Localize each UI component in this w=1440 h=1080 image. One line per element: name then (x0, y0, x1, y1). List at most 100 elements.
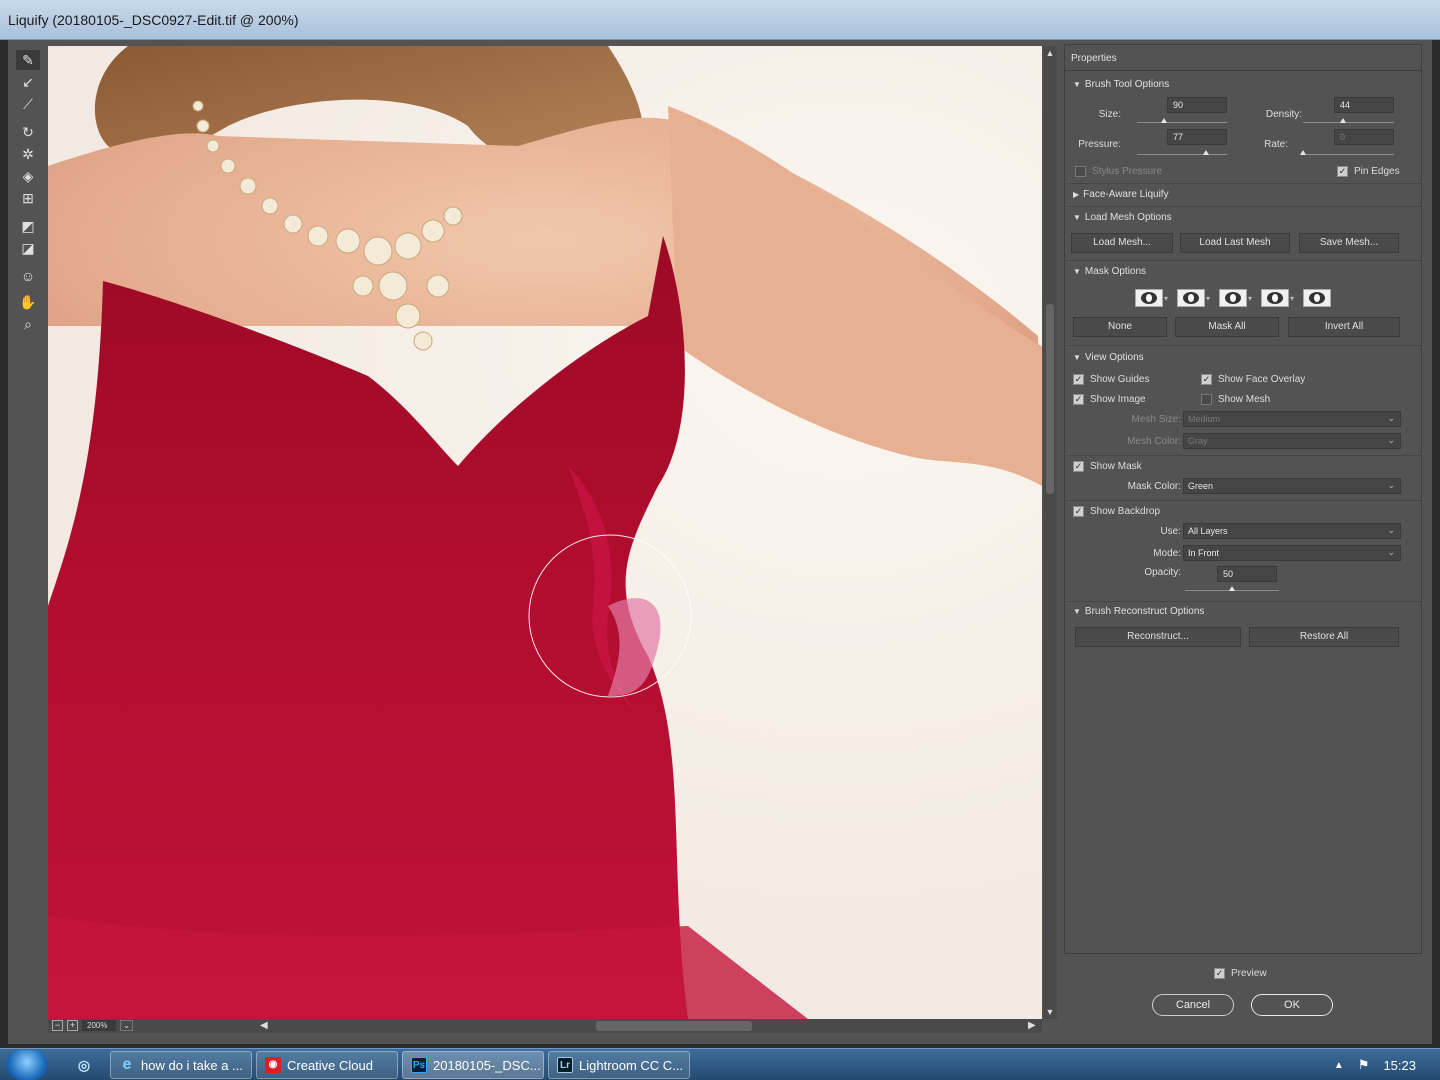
scroll-up-icon[interactable]: ▲ (1045, 48, 1055, 58)
taskbar-item-lightroom[interactable]: Lr Lightroom CC C... (548, 1051, 690, 1079)
chevron-down-icon: ⌄ (1387, 435, 1395, 445)
hand-icon[interactable]: ✋ (16, 292, 40, 312)
zoom-value[interactable]: 200% (82, 1020, 116, 1031)
taskbar-item-browser[interactable]: e how do i take a ... (110, 1051, 252, 1079)
thaw-mask-icon[interactable]: ◪ (16, 238, 40, 258)
pressure-field[interactable]: 77 (1167, 129, 1227, 145)
chevron-down-icon: ⌄ (1387, 480, 1395, 490)
mask-options-header[interactable]: ▼ Mask Options (1073, 266, 1146, 277)
cancel-button[interactable]: Cancel (1152, 994, 1234, 1016)
pressure-slider[interactable] (1137, 154, 1227, 155)
load-mesh-options-header[interactable]: ▼ Load Mesh Options (1073, 212, 1172, 223)
show-backdrop-checkbox[interactable]: ✓ Show Backdrop (1073, 506, 1160, 517)
triangle-down-icon: ▼ (1073, 267, 1081, 276)
mask-color-label: Mask Color: (1127, 481, 1181, 492)
mask-intersect-icon[interactable] (1261, 289, 1289, 307)
chevron-down-icon[interactable]: ⌄ (120, 1020, 133, 1031)
preview-canvas[interactable] (48, 46, 1042, 1019)
mesh-size-select[interactable]: Medium ⌄ (1183, 411, 1401, 427)
checkmark-icon: ✓ (1073, 394, 1084, 405)
zoom-icon[interactable]: ⌕ (16, 314, 40, 334)
mask-add-icon[interactable] (1177, 289, 1205, 307)
mask-color-select[interactable]: Green ⌄ (1183, 478, 1401, 494)
show-guides-checkbox[interactable]: ✓ Show Guides (1073, 374, 1149, 385)
show-face-overlay-checkbox[interactable]: ✓ Show Face Overlay (1201, 374, 1305, 385)
density-field[interactable]: 44 (1334, 97, 1394, 113)
photo-image (48, 46, 1042, 1019)
properties-panel: Properties ▼ Brush Tool Options Size: 90… (1064, 44, 1422, 954)
clock[interactable]: 15:23 (1383, 1058, 1416, 1073)
window-title: Liquify (20180105-_DSC0927-Edit.tif @ 20… (8, 12, 299, 28)
rate-slider[interactable] (1303, 154, 1394, 155)
triangle-down-icon: ▼ (1073, 607, 1081, 616)
mask-subtract-icon[interactable] (1219, 289, 1247, 307)
restore-all-button[interactable]: Restore All (1249, 627, 1399, 647)
brush-reconstruct-options-header[interactable]: ▼ Brush Reconstruct Options (1073, 606, 1204, 617)
vertical-scrollbar[interactable]: ▲ ▼ (1043, 46, 1057, 1019)
taskbar-item-photoshop[interactable]: Ps 20180105-_DSC... (402, 1051, 544, 1079)
load-mesh-button[interactable]: Load Mesh... (1071, 233, 1173, 253)
horizontal-scroll-thumb[interactable] (596, 1021, 752, 1031)
save-mesh-button[interactable]: Save Mesh... (1299, 233, 1399, 253)
density-slider[interactable] (1303, 122, 1394, 123)
quick-launch-icon[interactable]: ◎ (76, 1057, 92, 1073)
pucker-icon[interactable]: ✲ (16, 144, 40, 164)
smooth-icon[interactable]: ⟋ (16, 94, 40, 114)
checkmark-icon: ✓ (1214, 968, 1225, 979)
show-image-checkbox[interactable]: ✓ Show Image (1073, 394, 1146, 405)
show-mesh-checkbox[interactable]: Show Mesh (1201, 394, 1270, 405)
lightroom-icon: Lr (557, 1057, 573, 1073)
mask-all-button[interactable]: Mask All (1175, 317, 1279, 337)
pin-edges-checkbox[interactable]: ✓ Pin Edges (1337, 166, 1400, 177)
scroll-right-icon[interactable]: ▶ (1028, 1020, 1036, 1031)
vertical-scroll-thumb[interactable] (1046, 304, 1054, 494)
reconstruct-button[interactable]: Reconstruct... (1075, 627, 1241, 647)
brush-tool-options-header[interactable]: ▼ Brush Tool Options (1073, 79, 1169, 90)
stylus-pressure-checkbox[interactable]: Stylus Pressure (1075, 166, 1162, 177)
bloat-icon[interactable]: ◈ (16, 166, 40, 186)
show-mask-checkbox[interactable]: ✓ Show Mask (1073, 461, 1142, 472)
tray-expand-icon[interactable]: ▲ (1334, 1060, 1344, 1071)
ok-button[interactable]: OK (1251, 994, 1333, 1016)
triangle-down-icon: ▼ (1073, 353, 1081, 362)
mask-invert-icon[interactable] (1303, 289, 1331, 307)
view-options-header[interactable]: ▼ View Options (1073, 352, 1144, 363)
opacity-field[interactable]: 50 (1217, 566, 1277, 582)
size-slider[interactable] (1137, 122, 1227, 123)
forward-warp-icon[interactable]: ✎ (16, 50, 40, 70)
face-aware-liquify-header[interactable]: ▶ Face-Aware Liquify (1073, 189, 1169, 200)
load-last-mesh-button[interactable]: Load Last Mesh (1180, 233, 1290, 253)
chevron-down-icon: ⌄ (1387, 547, 1395, 557)
scroll-left-icon[interactable]: ◀ (260, 1020, 268, 1031)
push-left-icon[interactable]: ⊞ (16, 188, 40, 208)
reconstruct-icon[interactable]: ↙ (16, 72, 40, 92)
canvas-bottom-bar: − + 200% ⌄ ◀ ▶ (48, 1019, 1042, 1033)
density-slider-thumb[interactable] (1340, 118, 1347, 123)
taskbar-item-creative-cloud[interactable]: ◉ Creative Cloud (256, 1051, 398, 1079)
rate-slider-thumb[interactable] (1300, 150, 1306, 155)
rate-field[interactable]: 0 (1334, 129, 1394, 145)
opacity-label: Opacity: (1144, 567, 1181, 578)
freeze-mask-icon[interactable]: ◩ (16, 216, 40, 236)
zoom-out-button[interactable]: − (52, 1020, 63, 1031)
internet-explorer-icon: e (122, 1056, 132, 1073)
mask-none-button[interactable]: None (1073, 317, 1167, 337)
start-button[interactable] (6, 1050, 48, 1080)
mask-replace-icon[interactable] (1135, 289, 1163, 307)
size-field[interactable]: 90 (1167, 97, 1227, 113)
action-center-icon[interactable]: ⚑ (1358, 1057, 1370, 1073)
checkmark-icon: ✓ (1073, 374, 1084, 385)
size-slider-thumb[interactable] (1161, 118, 1167, 123)
scroll-down-icon[interactable]: ▼ (1045, 1007, 1055, 1017)
face-tool-icon[interactable]: ☺ (16, 266, 40, 286)
use-select[interactable]: All Layers ⌄ (1183, 523, 1401, 539)
size-label: Size: (1098, 109, 1121, 120)
pressure-slider-thumb[interactable] (1203, 150, 1210, 155)
invert-all-button[interactable]: Invert All (1288, 317, 1400, 337)
twirl-icon[interactable]: ↻ (16, 122, 40, 142)
preview-checkbox[interactable]: ✓ Preview (1214, 968, 1267, 979)
mesh-color-select[interactable]: Gray ⌄ (1183, 433, 1401, 449)
opacity-slider-thumb[interactable] (1229, 586, 1235, 591)
mode-select[interactable]: In Front ⌄ (1183, 545, 1401, 561)
zoom-in-button[interactable]: + (67, 1020, 78, 1031)
